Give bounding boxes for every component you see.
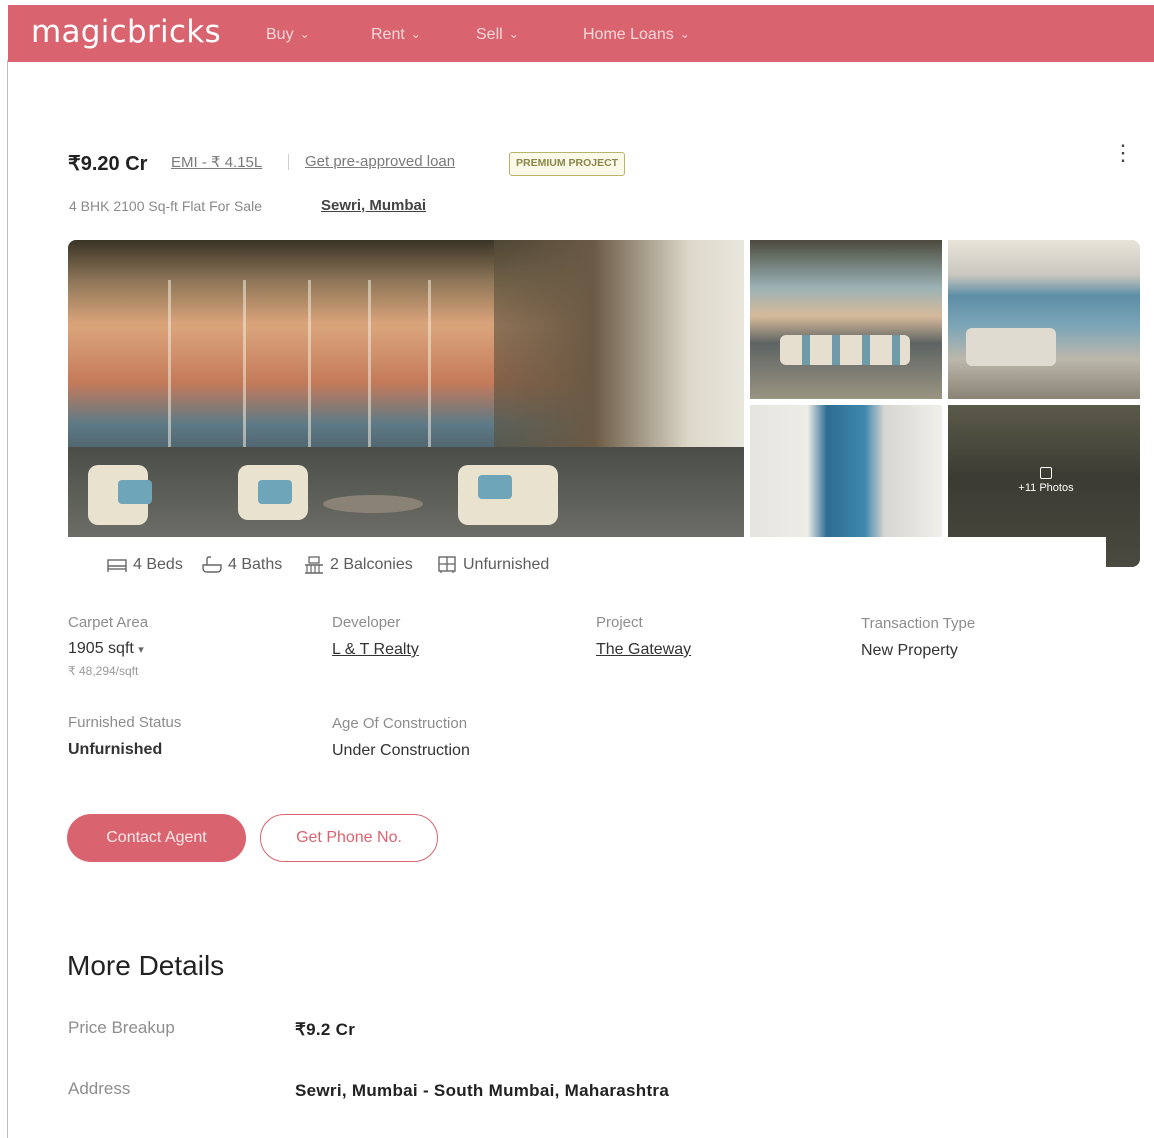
get-phone-button[interactable]: Get Phone No. xyxy=(260,814,438,862)
divider xyxy=(288,154,289,170)
magicbricks-logo[interactable]: magicbricks xyxy=(31,14,221,50)
feature-baths: 4 Baths xyxy=(201,556,282,574)
cushion xyxy=(478,475,512,499)
chevron-down-icon: ⌄ xyxy=(679,27,690,41)
nav-buy-label: Buy xyxy=(266,26,294,43)
listing-price: ₹9.20 Cr xyxy=(68,153,148,175)
feature-furnishing-label: Unfurnished xyxy=(463,556,550,573)
chevron-down-icon: ⌄ xyxy=(299,27,310,41)
developer-label: Developer xyxy=(332,614,401,631)
cushion xyxy=(258,480,292,504)
nav-rent-label: Rent xyxy=(371,26,405,43)
carpet-area-value[interactable]: 1905 sqft ▾ xyxy=(68,640,144,658)
bed-icon xyxy=(107,559,127,572)
feature-balconies: 2 Balconies xyxy=(303,556,413,574)
transaction-type-label: Transaction Type xyxy=(861,615,976,632)
photo-count-label: +11 Photos xyxy=(1018,482,1074,494)
page-frame-border xyxy=(7,60,8,1138)
features-strip: 4 Beds 4 Baths 2 Balconies Unfurnished xyxy=(68,537,1106,589)
more-details-heading: More Details xyxy=(67,950,225,981)
bath-icon xyxy=(202,556,222,573)
carpet-area-label: Carpet Area xyxy=(68,614,149,631)
feature-balconies-label: 2 Balconies xyxy=(330,556,413,573)
property-photo-thumbnail[interactable] xyxy=(750,240,942,399)
emi-link[interactable]: EMI - ₹ 4.15L xyxy=(171,153,262,171)
age-of-construction-value: Under Construction xyxy=(332,742,470,759)
nav-home-loans[interactable]: Home Loans ⌄ xyxy=(583,26,690,44)
feature-beds: 4 Beds xyxy=(106,556,183,574)
developer-link[interactable]: L & T Realty xyxy=(332,641,419,659)
photo-count-overlay[interactable]: +11 Photos xyxy=(1012,467,1080,495)
address-label: Address xyxy=(68,1079,131,1098)
caret-down-icon: ▾ xyxy=(138,644,144,656)
furnished-status-value: Unfurnished xyxy=(68,741,163,758)
transaction-type-value: New Property xyxy=(861,642,958,659)
nav-rent[interactable]: Rent ⌄ xyxy=(371,26,421,44)
price-breakup-label: Price Breakup xyxy=(68,1018,175,1037)
project-label: Project xyxy=(596,614,643,631)
nav-home-loans-label: Home Loans xyxy=(583,26,674,43)
property-photo-thumbnail[interactable] xyxy=(948,240,1140,399)
feature-baths-label: 4 Baths xyxy=(228,556,283,573)
lounge-seating xyxy=(780,335,910,365)
address-value: Sewri, Mumbai - South Mumbai, Maharashtr… xyxy=(295,1081,670,1100)
feature-beds-label: 4 Beds xyxy=(133,556,183,573)
chevron-down-icon: ⌄ xyxy=(508,27,519,41)
gallery-icon xyxy=(1040,467,1052,479)
cushion xyxy=(118,480,152,504)
age-of-construction-label: Age Of Construction xyxy=(332,715,468,732)
nav-buy[interactable]: Buy ⌄ xyxy=(266,26,310,44)
more-options-icon[interactable]: ⋮ xyxy=(1112,142,1134,164)
nav-sell[interactable]: Sell ⌄ xyxy=(476,26,519,44)
premium-project-badge: PREMIUM PROJECT xyxy=(509,152,626,176)
floor xyxy=(68,447,744,537)
top-nav-bar: magicbricks Buy ⌄ Rent ⌄ Sell ⌄ Home Loa… xyxy=(8,5,1154,62)
coffee-table xyxy=(323,495,423,513)
feature-furnishing: Unfurnished xyxy=(436,556,549,574)
locality-link[interactable]: Sewri, Mumbai xyxy=(321,197,426,214)
nav-sell-label: Sell xyxy=(476,26,503,43)
sofa xyxy=(966,328,1056,366)
contact-agent-button[interactable]: Contact Agent xyxy=(67,814,246,862)
price-breakup-value: ₹9.2 Cr xyxy=(295,1020,356,1039)
project-link[interactable]: The Gateway xyxy=(596,641,691,659)
main-property-photo[interactable] xyxy=(68,240,744,537)
chevron-down-icon: ⌄ xyxy=(410,27,421,41)
property-photo-thumbnail[interactable] xyxy=(750,405,942,537)
furnishing-icon xyxy=(438,556,456,573)
preapproved-loan-link[interactable]: Get pre-approved loan xyxy=(305,153,455,170)
balcony-icon xyxy=(305,556,323,574)
carpet-area-text: 1905 sqft xyxy=(68,640,134,657)
listing-subtitle: 4 BHK 2100 Sq-ft Flat For Sale xyxy=(69,198,262,214)
furnished-status-label: Furnished Status xyxy=(68,714,182,731)
price-per-sqft: ₹ 48,294/sqft xyxy=(68,664,139,678)
